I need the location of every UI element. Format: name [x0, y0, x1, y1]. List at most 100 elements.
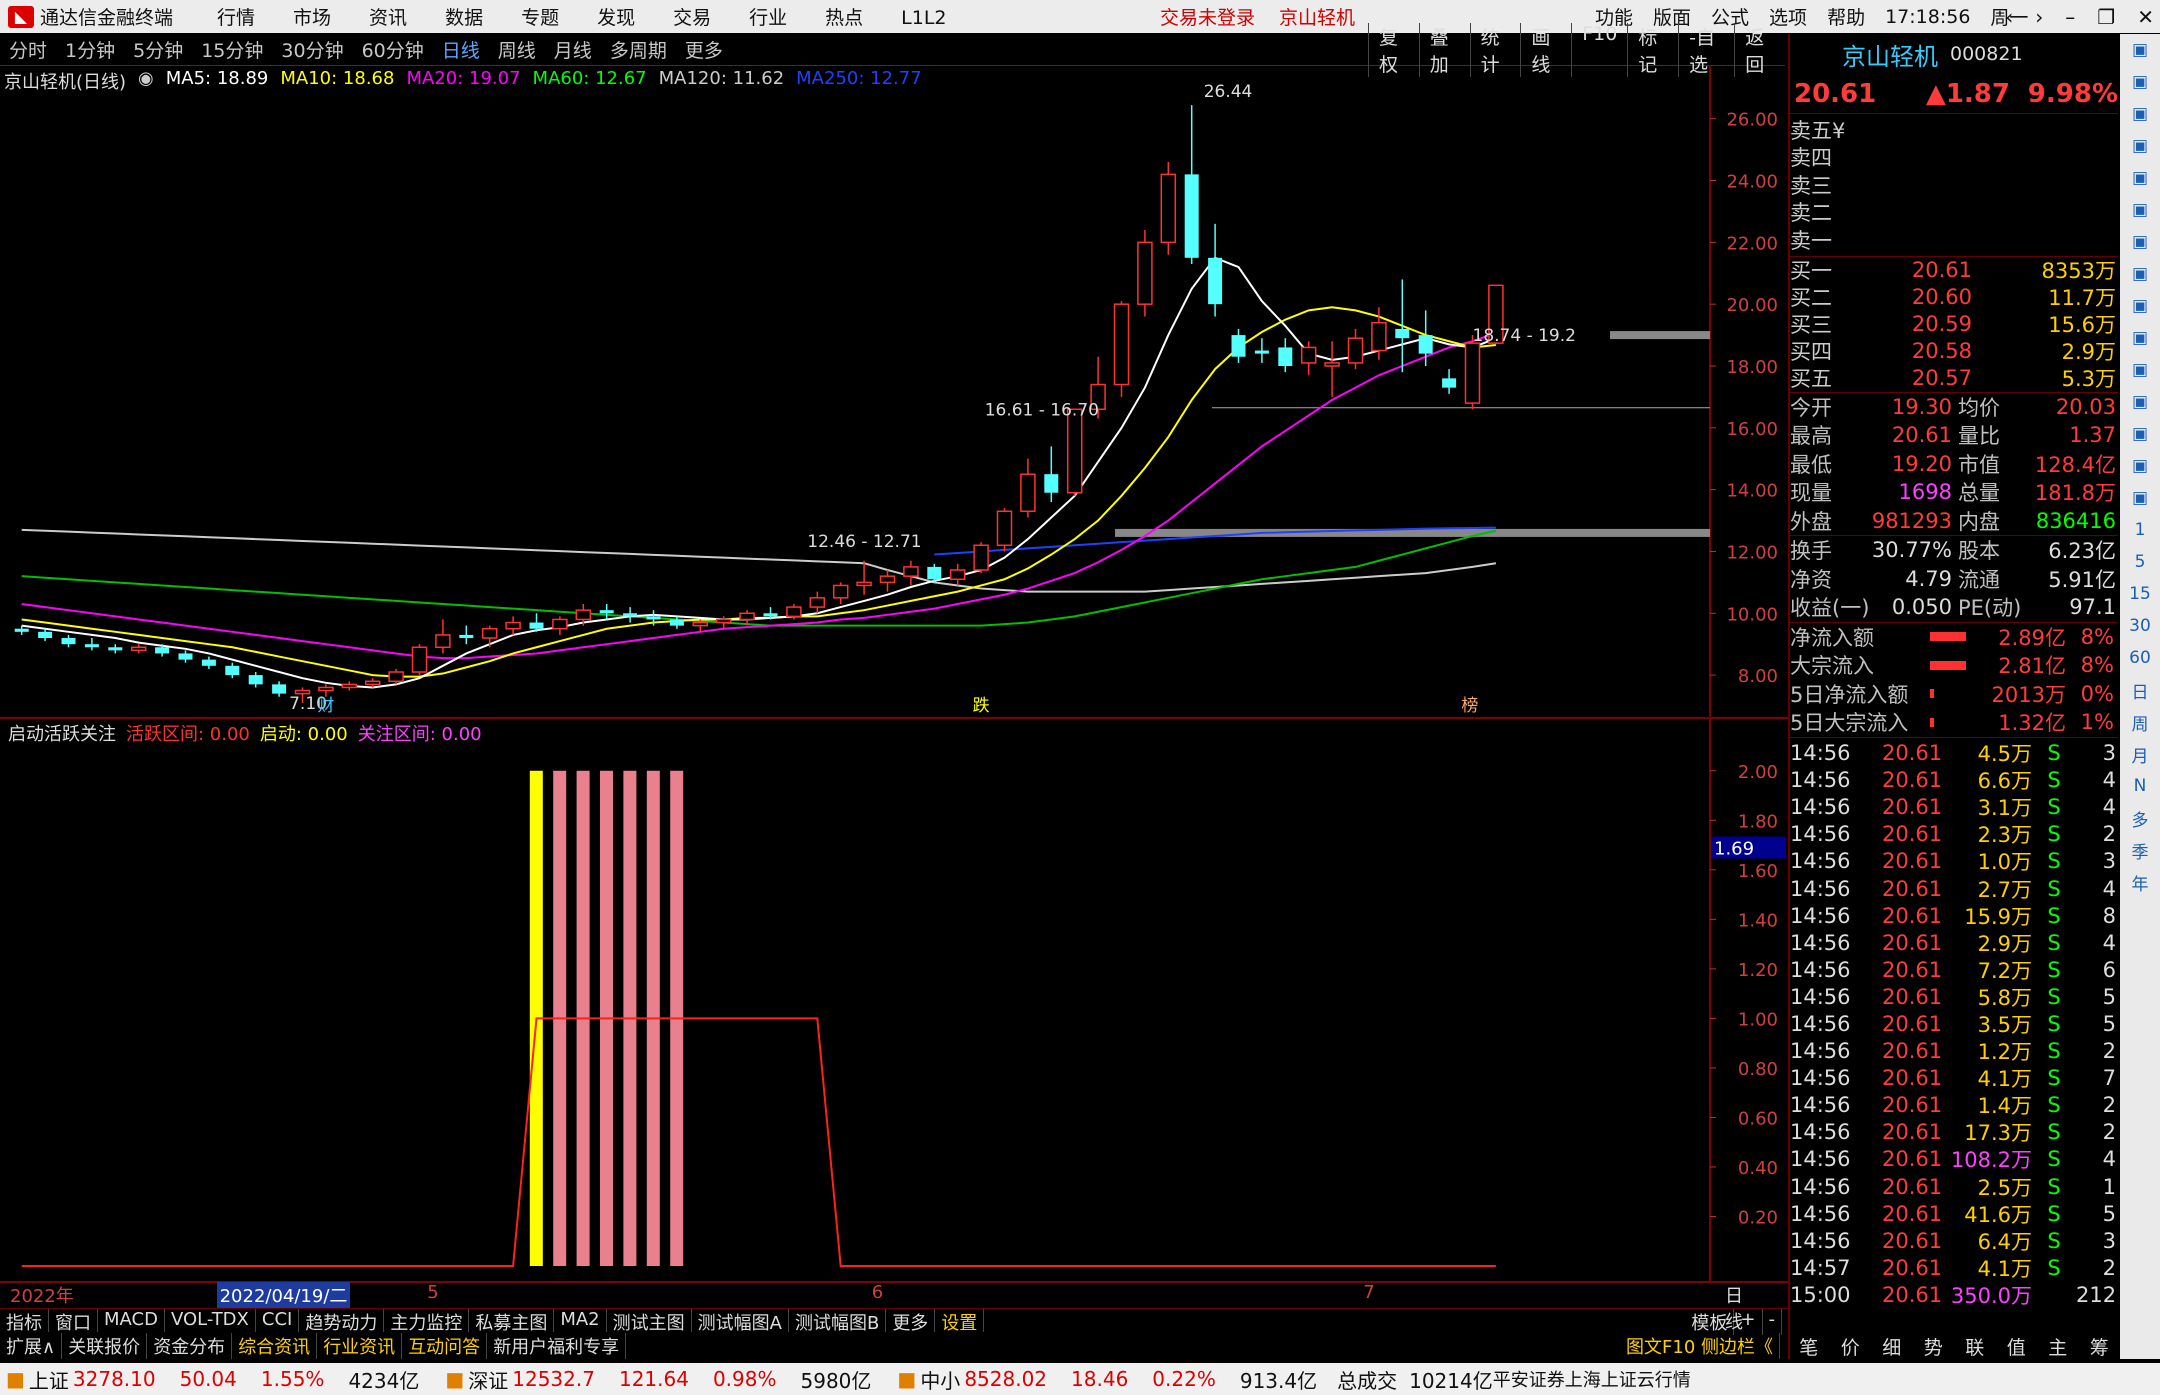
info-icon[interactable]: ▣ [2132, 386, 2148, 418]
period-shortcut[interactable]: 周 [2132, 706, 2149, 738]
period-shortcut[interactable]: 60 [2129, 642, 2151, 674]
indicator-tab[interactable]: VOL-TDX [165, 1309, 256, 1332]
period-tab[interactable]: 15分钟 [201, 36, 263, 63]
chart-icon[interactable]: ▣ [2132, 194, 2148, 226]
indicator-tab[interactable]: 更多 [886, 1309, 936, 1334]
extension-tab[interactable]: 关联报价 [62, 1333, 148, 1359]
menu-item[interactable]: 行情 [217, 7, 255, 29]
period-shortcut[interactable]: 多 [2132, 802, 2149, 834]
period-tab[interactable]: 周线 [498, 36, 536, 63]
indicator-tab[interactable]: 测试幅图A [692, 1309, 789, 1334]
menu-item[interactable]: 帮助 [1827, 3, 1865, 30]
bar-icon[interactable]: ▣ [2132, 226, 2148, 258]
close-icon[interactable]: ✕ [2137, 5, 2154, 29]
stats-icon[interactable]: ▣ [2132, 450, 2148, 482]
menu-item[interactable]: 资讯 [369, 7, 407, 29]
quote-tab[interactable]: 细 [1882, 1333, 1901, 1359]
period-shortcut[interactable]: 日 [2132, 674, 2149, 706]
period-tab[interactable]: 30分钟 [281, 36, 343, 63]
menu-item[interactable]: L1L2 [901, 7, 946, 29]
kline-chart[interactable]: 26.00 24.00 22.00 20.00 18.00 16.00 14.00 12.00… [0, 66, 1788, 1306]
indicator-tab[interactable]: 窗口 [49, 1309, 98, 1334]
indicator-tab[interactable]: MA2 [554, 1309, 607, 1332]
extension-tab[interactable]: 资金分布 [147, 1333, 233, 1359]
restore-icon[interactable]: ❐ [2097, 5, 2115, 29]
quote-tab[interactable]: 主 [2048, 1333, 2067, 1359]
candle-body [1371, 321, 1387, 352]
help-icon[interactable]: ▣ [2132, 482, 2148, 514]
menu-item[interactable]: 交易 [673, 7, 711, 29]
period-shortcut[interactable]: 季 [2132, 834, 2149, 866]
indicator-tab[interactable]: 设置 [935, 1309, 985, 1334]
indicator-tab[interactable]: 私募主图 [469, 1309, 555, 1334]
f2-icon[interactable]: ▣ [2132, 418, 2148, 450]
indicator-tab[interactable]: 主力监控 [384, 1309, 470, 1334]
quote-tab[interactable]: 价 [1841, 1333, 1860, 1359]
period-tab[interactable]: 5分钟 [133, 36, 183, 63]
extension-tab[interactable]: 互动问答 [402, 1333, 488, 1359]
sidebar-toggle[interactable]: 图文F10 侧边栏《 [1620, 1333, 1780, 1359]
menu-item[interactable]: 行业 [749, 7, 787, 29]
grid-icon[interactable]: ▣ [2132, 130, 2148, 162]
price-annotation: 18.74 - 19.2 [1473, 326, 1576, 346]
extension-tab[interactable]: 扩展∧ [0, 1333, 63, 1359]
period-shortcut[interactable]: 5 [2135, 546, 2146, 578]
f10-icon[interactable]: ▣ [2132, 322, 2148, 354]
period-tab[interactable]: 多周期 [610, 36, 667, 63]
quote-tab[interactable]: 值 [2007, 1333, 2026, 1359]
indicator-tab[interactable]: 测试主图 [607, 1309, 692, 1334]
quote-tab[interactable]: 筹 [2090, 1333, 2109, 1359]
period-shortcut[interactable]: 月 [2132, 738, 2149, 770]
period-tab[interactable]: 1分钟 [65, 36, 115, 63]
period-tab[interactable]: 60分钟 [362, 36, 424, 63]
quote-tab[interactable]: 笔 [1799, 1333, 1818, 1359]
extension-tab[interactable]: 综合资讯 [232, 1333, 318, 1359]
minimize-icon[interactable]: – [2065, 5, 2075, 29]
stat-value: 1698 [1898, 480, 1952, 505]
period-tab[interactable]: 日线 [442, 36, 480, 63]
period-shortcut[interactable]: 15 [2129, 578, 2151, 610]
quote-tab[interactable]: 联 [1965, 1333, 1984, 1359]
indicator-tab[interactable]: 指标 [0, 1309, 49, 1334]
index-name[interactable]: 深证 [468, 1365, 508, 1394]
period-shortcut[interactable]: 年 [2132, 866, 2149, 898]
menu-item[interactable]: 热点 [825, 7, 863, 29]
menu-item[interactable]: 专题 [521, 7, 559, 29]
bell-icon[interactable]: ▣ [2132, 354, 2148, 386]
indicator-tab[interactable]: MACD [98, 1309, 165, 1332]
list-icon[interactable]: ▣ [2132, 162, 2148, 194]
period-tab[interactable]: 更多 [685, 36, 723, 63]
down-icon[interactable]: ▣ [2132, 98, 2148, 130]
center-label[interactable]: 交易未登录 [1160, 7, 1255, 29]
candle-body [388, 671, 404, 683]
indicator-tab[interactable]: 趋势动力 [299, 1309, 385, 1334]
calendar-icon[interactable]: ▣ [2132, 258, 2148, 290]
index-change: 50.04 [179, 1367, 237, 1391]
period-shortcut[interactable]: 30 [2129, 610, 2151, 642]
center-label[interactable]: 京山轻机 [1279, 7, 1355, 29]
period-tab[interactable]: 分时 [9, 36, 47, 63]
index-name[interactable]: 上证 [29, 1365, 69, 1394]
book-icon[interactable]: ▣ [2132, 290, 2148, 322]
index-name[interactable]: 中小 [920, 1365, 960, 1394]
candle-body [809, 597, 826, 608]
template-button[interactable]: - [1763, 1309, 1782, 1335]
menu-item[interactable]: 发现 [597, 7, 635, 29]
period-tabs: 分时 1分钟 5分钟 15分钟 30分钟 60分钟 日线 周线 月线 多周期 更多 [0, 36, 732, 63]
menu-item[interactable]: 市场 [293, 7, 331, 29]
period-tab[interactable]: 月线 [554, 36, 592, 63]
menu-item[interactable]: 数据 [445, 7, 483, 29]
indicator-tab[interactable]: CCI [256, 1309, 300, 1332]
up-icon[interactable]: ▣ [2132, 34, 2148, 66]
extension-tab[interactable]: 新用户福利专享 [487, 1333, 627, 1359]
back-icon[interactable]: ‹ [2005, 5, 2013, 29]
period-shortcut[interactable]: N [2134, 770, 2147, 802]
extension-tab[interactable]: 行业资讯 [317, 1333, 403, 1359]
forward-icon[interactable]: › [2035, 5, 2043, 29]
period-shortcut[interactable]: 1 [2135, 514, 2146, 546]
bid-row: 买一 20.61 8353万 [1790, 257, 2118, 284]
home-icon[interactable]: ▣ [2132, 66, 2148, 98]
indicator-tab[interactable]: 测试幅图B [789, 1309, 887, 1334]
ask-label: 卖四 [1790, 146, 1832, 171]
quote-tab[interactable]: 势 [1924, 1333, 1943, 1359]
